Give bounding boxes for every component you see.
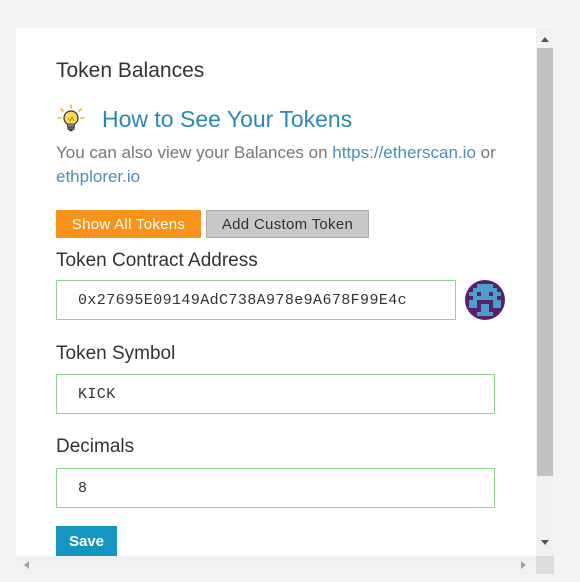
help-text: You can also view your Balances on https… xyxy=(56,141,516,189)
scroll-up-arrow-icon[interactable] xyxy=(541,37,549,42)
token-symbol-label: Token Symbol xyxy=(56,343,176,364)
scroll-down-arrow-icon[interactable] xyxy=(541,540,549,545)
lightbulb-icon xyxy=(57,104,85,132)
token-balances-panel: Token Balances How to See Your Tokens Yo… xyxy=(16,28,536,556)
scroll-right-arrow-icon[interactable] xyxy=(521,561,526,569)
show-all-tokens-button[interactable]: Show All Tokens xyxy=(56,210,201,238)
how-to-see-tokens-link[interactable]: How to See Your Tokens xyxy=(102,106,352,133)
save-button[interactable]: Save xyxy=(56,526,117,556)
vertical-scrollbar[interactable] xyxy=(536,28,554,556)
help-text-middle: or xyxy=(475,143,496,162)
scroll-left-arrow-icon[interactable] xyxy=(24,561,29,569)
token-symbol-input[interactable]: KICK xyxy=(56,374,495,414)
etherscan-link[interactable]: https://etherscan.io xyxy=(332,143,476,162)
help-row: How to See Your Tokens xyxy=(56,102,352,136)
vertical-scroll-thumb[interactable] xyxy=(537,48,553,476)
identicon-avatar xyxy=(465,280,505,320)
ethplorer-link[interactable]: ethplorer.io xyxy=(56,167,140,186)
panel-title: Token Balances xyxy=(56,59,205,82)
contract-address-label: Token Contract Address xyxy=(56,250,258,271)
add-custom-token-button[interactable]: Add Custom Token xyxy=(206,210,369,238)
horizontal-scrollbar[interactable] xyxy=(16,556,536,574)
contract-address-input[interactable]: 0x27695E09149AdC738A978e9A678F99E4c xyxy=(56,280,456,320)
decimals-label: Decimals xyxy=(56,436,135,457)
help-text-prefix: You can also view your Balances on xyxy=(56,143,333,162)
decimals-input[interactable]: 8 xyxy=(56,468,495,508)
scrollbar-corner xyxy=(536,556,554,574)
